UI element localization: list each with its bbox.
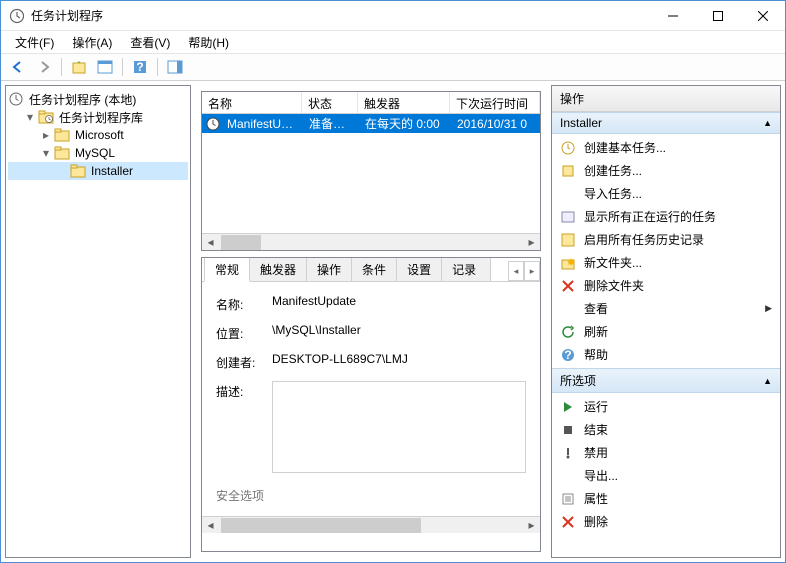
action-show-running[interactable]: 显示所有正在运行的任务 [552, 205, 780, 228]
list-hscroll[interactable]: ◂▸ [202, 233, 540, 250]
action-refresh[interactable]: 刷新 [552, 320, 780, 343]
tree-mysql[interactable]: ▾ MySQL [8, 144, 188, 162]
task-icon [560, 163, 576, 179]
expand-icon[interactable]: ▸ [38, 128, 54, 142]
action-disable[interactable]: 禁用 [552, 441, 780, 464]
help-button[interactable]: ? [129, 56, 151, 78]
value-location: \MySQL\Installer [272, 323, 526, 337]
detail-hscroll[interactable]: ◂▸ [202, 516, 540, 533]
tree-library[interactable]: ▾ 任务计划程序库 [8, 108, 188, 126]
value-creator: DESKTOP-LL689C7\LMJ [272, 352, 526, 366]
label-creator: 创建者: [216, 352, 272, 371]
play-icon [560, 399, 576, 415]
action-import-task[interactable]: 导入任务... [552, 182, 780, 205]
label-description: 描述: [216, 381, 272, 400]
col-name[interactable]: 名称 [202, 92, 302, 113]
properties-icon [560, 491, 576, 507]
tree-pane: 任务计划程序 (本地) ▾ 任务计划程序库 ▸ Microsoft ▾ MySQ… [5, 85, 191, 558]
tree-installer[interactable]: Installer [8, 162, 188, 180]
tab-conditions[interactable]: 条件 [351, 257, 397, 281]
toolbar: ? [1, 53, 785, 81]
delete-icon [560, 278, 576, 294]
show-hide-action-button[interactable] [164, 56, 186, 78]
actions-header: 操作 [552, 86, 780, 112]
tab-scroll-right[interactable]: ▸ [524, 261, 540, 281]
center-pane: 名称 状态 触发器 下次运行时间 ManifestUp... 准备就绪 在每天的… [195, 85, 547, 558]
tab-scroll-left[interactable]: ◂ [508, 261, 524, 281]
value-name: ManifestUpdate [272, 294, 526, 308]
submenu-arrow-icon: ▶ [765, 303, 772, 314]
task-icon [205, 116, 221, 132]
menu-action[interactable]: 操作(A) [64, 32, 120, 53]
task-row[interactable]: ManifestUp... 准备就绪 在每天的 0:00 2016/10/31 … [202, 114, 540, 133]
action-export[interactable]: 导出... [552, 464, 780, 487]
app-icon [9, 8, 25, 24]
col-next[interactable]: 下次运行时间 [450, 92, 540, 113]
menu-help[interactable]: 帮助(H) [180, 32, 237, 53]
actions-section-installer[interactable]: Installer▲ [552, 112, 780, 134]
action-delete-folder[interactable]: 删除文件夹 [552, 274, 780, 297]
action-new-folder[interactable]: 新文件夹... [552, 251, 780, 274]
value-description[interactable] [272, 381, 526, 473]
tree-root[interactable]: 任务计划程序 (本地) [8, 90, 188, 108]
running-icon [560, 209, 576, 225]
svg-text:?: ? [136, 60, 143, 74]
menubar: 文件(F) 操作(A) 查看(V) 帮助(H) [1, 31, 785, 53]
col-trigger[interactable]: 触发器 [358, 92, 450, 113]
tab-triggers[interactable]: 触发器 [249, 257, 307, 281]
detail-panel: 常规 触发器 操作 条件 设置 历史记录 ◂ ▸ 名称: ManifestUpd… [201, 257, 541, 552]
col-status[interactable]: 状态 [302, 92, 358, 113]
folder-new-icon [560, 255, 576, 271]
show-hide-console-button[interactable] [94, 56, 116, 78]
action-run[interactable]: 运行 [552, 395, 780, 418]
action-help[interactable]: ?帮助 [552, 343, 780, 366]
forward-button[interactable] [33, 56, 55, 78]
menu-file[interactable]: 文件(F) [7, 32, 62, 53]
history-icon [560, 232, 576, 248]
general-form: 名称: ManifestUpdate 位置: \MySQL\Installer … [202, 282, 540, 516]
tab-general[interactable]: 常规 [204, 257, 250, 282]
collapse-icon[interactable]: ▾ [38, 146, 54, 160]
action-view[interactable]: 查看▶ [552, 297, 780, 320]
action-create-task[interactable]: 创建任务... [552, 159, 780, 182]
stop-icon [560, 422, 576, 438]
action-delete[interactable]: 删除 [552, 510, 780, 533]
close-button[interactable] [740, 1, 785, 30]
titlebar: 任务计划程序 [1, 1, 785, 31]
label-location: 位置: [216, 323, 272, 342]
wand-icon [560, 140, 576, 156]
action-enable-history[interactable]: 启用所有任务历史记录 [552, 228, 780, 251]
tree-microsoft[interactable]: ▸ Microsoft [8, 126, 188, 144]
action-properties[interactable]: 属性 [552, 487, 780, 510]
actions-section-selected[interactable]: 所选项▲ [552, 368, 780, 393]
import-icon [560, 186, 576, 202]
help-icon: ? [560, 347, 576, 363]
up-button[interactable] [68, 56, 90, 78]
minimize-button[interactable] [650, 1, 695, 30]
disable-icon [560, 445, 576, 461]
collapse-icon: ▲ [763, 118, 772, 128]
tab-settings[interactable]: 设置 [396, 257, 442, 281]
detail-tabs: 常规 触发器 操作 条件 设置 历史记录 ◂ ▸ [202, 258, 540, 282]
action-end[interactable]: 结束 [552, 418, 780, 441]
menu-view[interactable]: 查看(V) [122, 32, 178, 53]
label-name: 名称: [216, 294, 272, 313]
collapse-icon: ▲ [763, 376, 772, 386]
action-create-basic-task[interactable]: 创建基本任务... [552, 136, 780, 159]
refresh-icon [560, 324, 576, 340]
back-button[interactable] [7, 56, 29, 78]
window-title: 任务计划程序 [31, 7, 650, 24]
svg-text:?: ? [564, 348, 571, 362]
maximize-button[interactable] [695, 1, 740, 30]
tab-actions[interactable]: 操作 [306, 257, 352, 281]
export-icon [560, 468, 576, 484]
task-list: 名称 状态 触发器 下次运行时间 ManifestUp... 准备就绪 在每天的… [201, 91, 541, 251]
actions-pane: 操作 Installer▲ 创建基本任务... 创建任务... 导入任务... … [551, 85, 781, 558]
collapse-icon[interactable]: ▾ [22, 110, 38, 124]
tab-history[interactable]: 历史记录 [441, 257, 491, 281]
delete-icon [560, 514, 576, 530]
security-options-label: 安全选项 [216, 483, 526, 504]
